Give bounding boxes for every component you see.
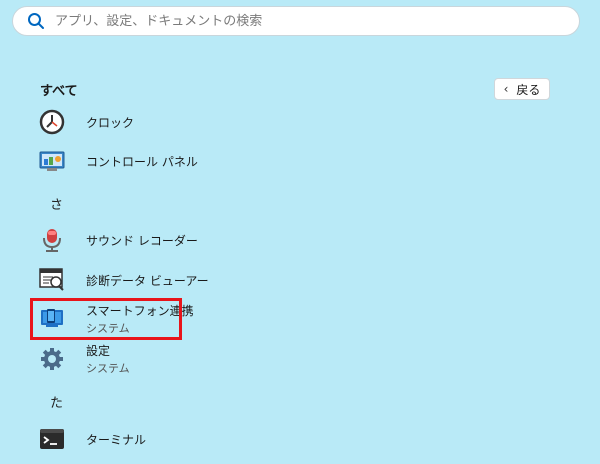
back-button-label: 戻る bbox=[516, 82, 541, 97]
clock-icon bbox=[38, 108, 66, 136]
app-name: 診断データ ビューアー bbox=[86, 273, 209, 288]
control-panel-icon bbox=[38, 147, 66, 175]
app-name: クロック bbox=[86, 115, 135, 130]
chevron-left-icon: ‹ bbox=[503, 82, 509, 96]
letter-header-ta[interactable]: た bbox=[50, 392, 63, 411]
app-name: 設定 bbox=[86, 344, 111, 358]
section-label-all: すべて bbox=[40, 84, 78, 99]
app-item-settings[interactable]: 設定 システム bbox=[38, 340, 338, 378]
terminal-icon bbox=[38, 425, 66, 453]
letter-header-sa[interactable]: さ bbox=[50, 194, 63, 213]
highlight-box bbox=[30, 298, 182, 340]
app-item-control-panel[interactable]: コントロール パネル bbox=[38, 142, 338, 180]
diagnostic-viewer-icon bbox=[38, 266, 66, 294]
app-name: ターミナル bbox=[86, 432, 147, 447]
search-input[interactable] bbox=[53, 12, 537, 30]
app-subtitle: システム bbox=[86, 362, 130, 375]
gear-icon bbox=[38, 345, 66, 373]
microphone-icon bbox=[38, 226, 66, 254]
app-item-diagnostic-viewer[interactable]: 診断データ ビューアー bbox=[38, 261, 338, 299]
app-item-terminal[interactable]: ターミナル bbox=[38, 420, 338, 458]
back-button[interactable]: ‹ 戻る bbox=[494, 78, 550, 100]
app-item-sound-recorder[interactable]: サウンド レコーダー bbox=[38, 221, 338, 259]
app-item-clock[interactable]: クロック bbox=[38, 103, 338, 141]
app-name: サウンド レコーダー bbox=[86, 233, 198, 248]
search-box[interactable] bbox=[12, 6, 580, 36]
app-name: コントロール パネル bbox=[86, 154, 198, 169]
search-icon bbox=[28, 13, 44, 29]
